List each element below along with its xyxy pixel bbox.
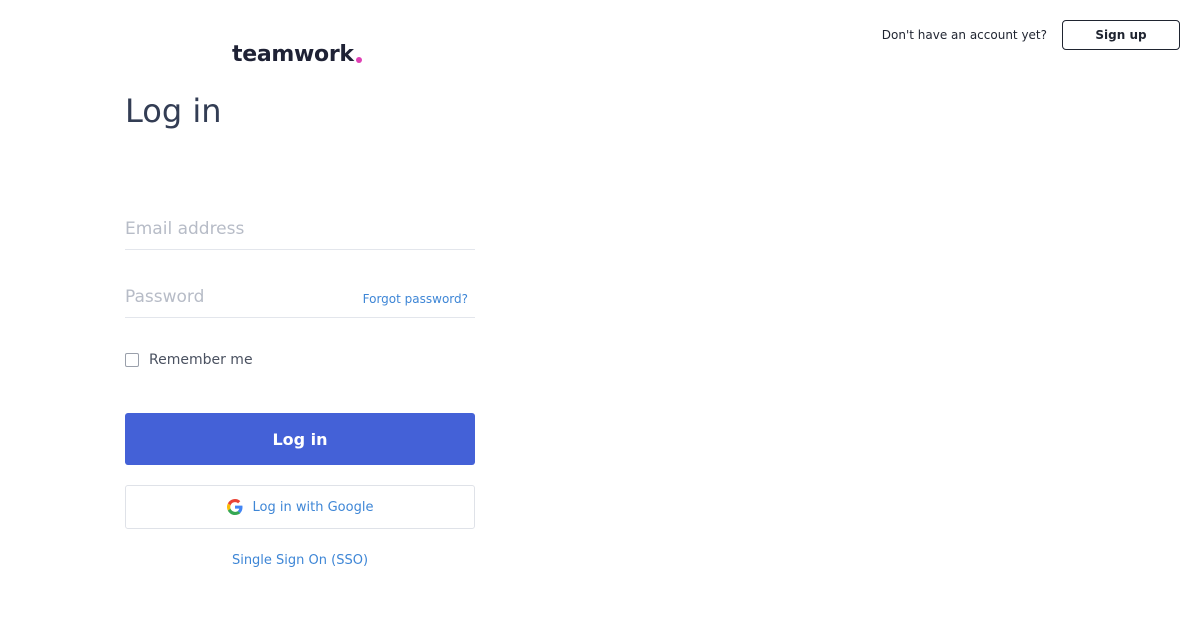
page-title: Log in (125, 92, 222, 130)
remember-me: Remember me (125, 352, 253, 368)
forgot-password-link[interactable]: Forgot password? (363, 292, 468, 306)
google-login-label: Log in with Google (252, 499, 374, 515)
remember-me-checkbox[interactable] (125, 353, 139, 367)
remember-me-label: Remember me (149, 352, 253, 368)
teamwork-logo: teamwork (232, 42, 362, 67)
signup-bar: Don't have an account yet? Sign up (882, 20, 1180, 50)
google-login-button[interactable]: Log in with Google (125, 485, 475, 529)
login-page: Don't have an account yet? Sign up teamw… (0, 0, 1200, 617)
email-field-container (125, 201, 475, 250)
password-field[interactable] (125, 287, 365, 307)
logo-dot-icon (355, 57, 362, 63)
logo-text: teamwork (232, 42, 354, 67)
login-button[interactable]: Log in (125, 413, 475, 465)
google-icon (226, 499, 243, 515)
sso-link[interactable]: Single Sign On (SSO) (125, 553, 475, 568)
email-field[interactable] (125, 219, 365, 239)
password-field-container: Forgot password? (125, 269, 475, 318)
signup-button[interactable]: Sign up (1062, 20, 1180, 50)
signup-prompt: Don't have an account yet? (881, 28, 1047, 42)
